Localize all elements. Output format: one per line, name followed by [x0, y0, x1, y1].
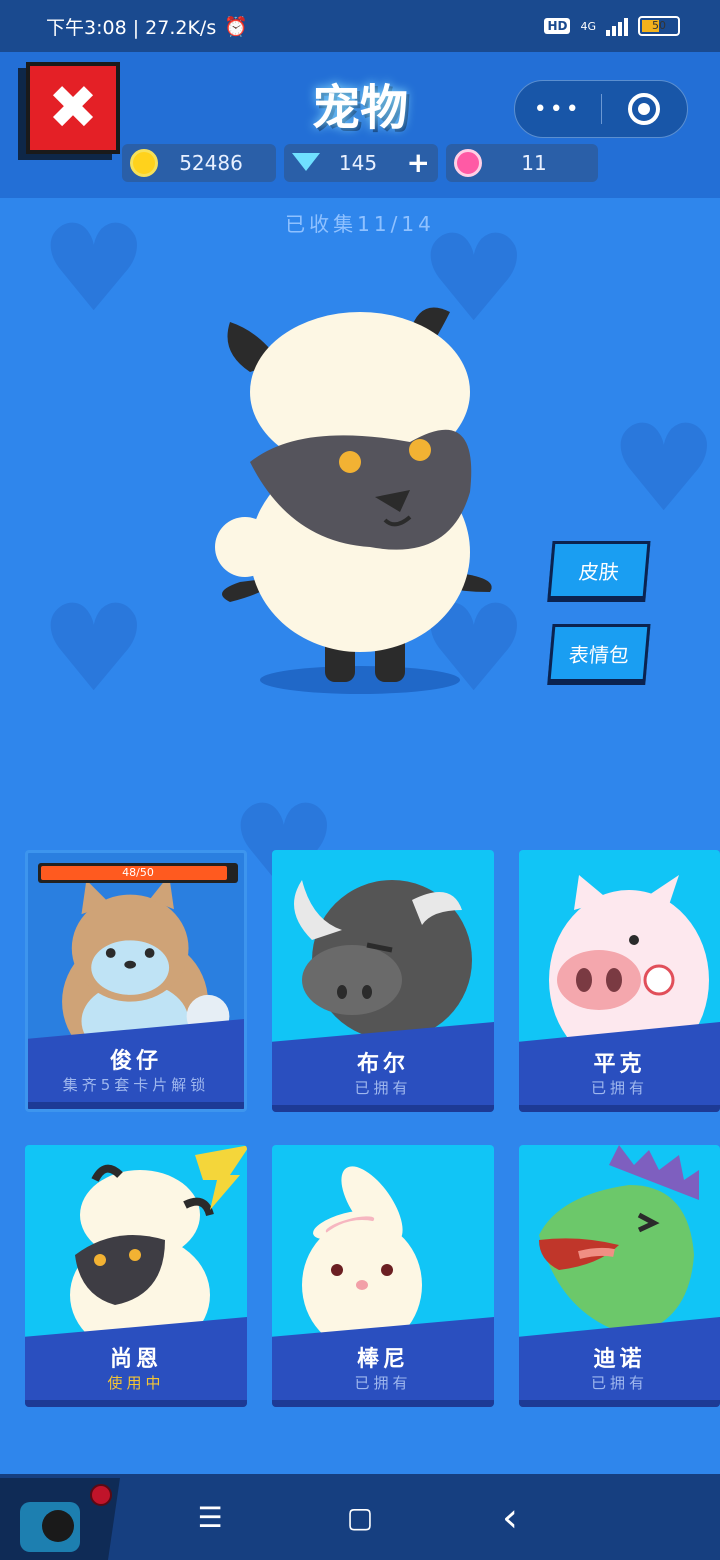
close-icon: ✖ — [47, 73, 99, 143]
pet-card-pingke[interactable]: 平克 已拥有 — [519, 850, 720, 1112]
pet-name: 迪诺 — [593, 1347, 646, 1372]
record-indicator-icon — [90, 1484, 112, 1506]
card-plate-edge — [519, 1400, 720, 1407]
pet-status: 已拥有 — [354, 1374, 412, 1392]
pet-name: 棒尼 — [356, 1347, 409, 1372]
add-gems-button[interactable]: + — [407, 146, 430, 179]
card-plate-edge — [28, 1102, 244, 1109]
background-heart-icon: ♥ — [40, 580, 148, 719]
card-plate-edge — [272, 1105, 494, 1112]
sheep-illustration — [70, 1145, 247, 1345]
gem-counter: 145 + — [284, 144, 438, 182]
card-plate-edge — [25, 1400, 247, 1407]
exit-button[interactable] — [602, 93, 688, 125]
emoji-pack-button[interactable]: 表情包 — [547, 624, 651, 682]
skin-button[interactable]: 皮肤 — [547, 541, 651, 599]
close-button[interactable]: ✖ — [26, 62, 120, 154]
home-button[interactable]: ▢ — [340, 1500, 380, 1536]
network-label: 4G — [580, 19, 596, 33]
unlock-progress-text: 48/50 — [122, 866, 154, 879]
signal-icon — [606, 16, 628, 36]
pet-status: 集齐5套卡片解锁 — [62, 1076, 210, 1094]
gem-icon — [292, 149, 320, 177]
pet-name: 平克 — [593, 1052, 646, 1077]
pet-card-junzai[interactable]: 48/50 俊仔 集齐5套卡片解锁 — [25, 850, 247, 1112]
sheep-pet-illustration[interactable] — [210, 292, 510, 702]
pet-card-bangni[interactable]: 棒尼 已拥有 — [272, 1145, 494, 1407]
status-bar: 下午3:08 | 27.2K/s ⏰ HD 4G 50 — [0, 0, 720, 52]
collection-progress: 已收集11/14 — [285, 212, 435, 236]
coin-icon — [130, 149, 158, 177]
dinosaur-illustration — [539, 1145, 699, 1335]
more-button[interactable]: ••• — [515, 97, 601, 122]
pet-name: 尚恩 — [109, 1347, 162, 1372]
coin-counter: 52486 — [122, 144, 276, 182]
hd-badge: HD — [544, 18, 571, 34]
battery-level: 50 — [652, 19, 666, 32]
page-title: 宠物 — [311, 80, 408, 136]
pet-status: 已拥有 — [590, 1079, 648, 1097]
pet-card-dinuo[interactable]: 迪诺 已拥有 — [519, 1145, 720, 1407]
pet-status: 已拥有 — [354, 1079, 412, 1097]
flower-counter: 11 — [446, 144, 598, 182]
pet-card-buer[interactable]: 布尔 已拥有 — [272, 850, 494, 1112]
back-button[interactable]: ‹ — [490, 1498, 530, 1538]
card-plate-edge — [519, 1105, 720, 1112]
rabbit-illustration — [302, 1166, 422, 1345]
pet-status: 使用中 — [107, 1374, 165, 1392]
camera-lens-icon — [42, 1510, 74, 1542]
card-plate-edge — [272, 1400, 494, 1407]
background-heart-icon: ♥ — [610, 400, 718, 539]
menu-button[interactable]: ☰ — [190, 1500, 230, 1536]
battery-icon: 50 — [638, 16, 680, 36]
flower-icon — [454, 149, 482, 177]
pig-illustration — [549, 875, 709, 1050]
pet-status: 已拥有 — [590, 1374, 648, 1392]
bull-illustration — [294, 880, 472, 1040]
pet-name: 布尔 — [356, 1052, 409, 1077]
mini-program-capsule: ••• — [514, 80, 688, 138]
pet-name: 俊仔 — [109, 1049, 162, 1074]
unlock-progress-bar: 48/50 — [38, 863, 238, 883]
target-icon — [628, 93, 661, 125]
alarm-icon: ⏰ — [224, 15, 248, 38]
status-time: 下午3:08 | 27.2K/s — [46, 16, 217, 39]
pet-card-shangen[interactable]: 尚恩 使用中 — [25, 1145, 247, 1407]
